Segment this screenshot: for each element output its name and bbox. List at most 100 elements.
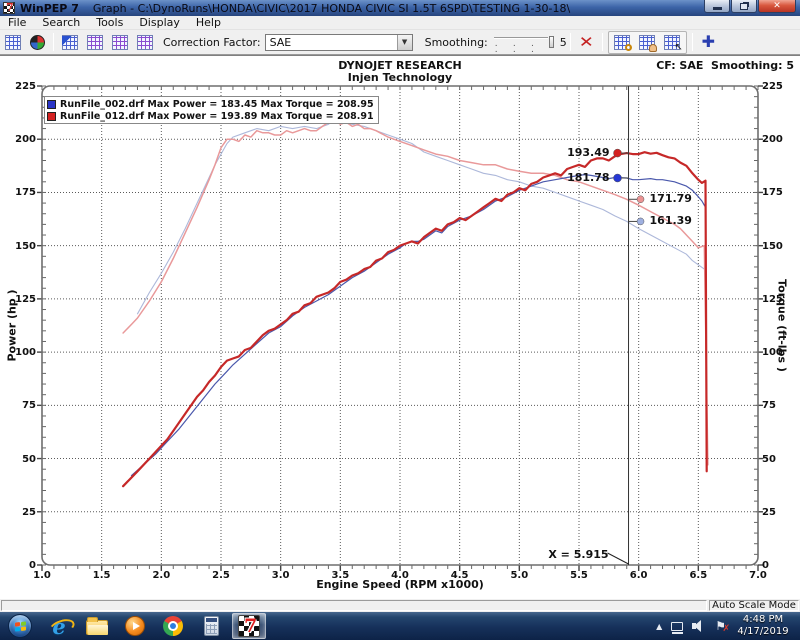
correction-factor-value: SAE: [266, 36, 397, 49]
network-icon[interactable]: [671, 622, 683, 631]
cursor-marker-label: 171.79: [650, 192, 692, 205]
x-tick-label: 3.5: [325, 570, 355, 581]
y-tick-label-left: 25: [4, 507, 36, 518]
system-tray: ▲ ⚑✗ 4:48 PM 4/17/2019: [656, 614, 800, 638]
graph-view-2-icon: [87, 35, 103, 50]
taskbar-media-player[interactable]: [118, 613, 152, 639]
chevron-down-icon[interactable]: ▼: [397, 35, 412, 50]
magnifier-icon: [625, 44, 632, 51]
plot-area[interactable]: [0, 56, 800, 604]
status-bar: Auto Scale Mode: [0, 599, 800, 612]
restore-button[interactable]: [731, 0, 757, 13]
toolbar-separator: [602, 33, 603, 51]
graph-view-1-button[interactable]: [58, 32, 81, 53]
legend-row: RunFile_002.drf Max Power = 183.45 Max T…: [47, 98, 374, 110]
correction-factor-select[interactable]: SAE ▼: [265, 34, 413, 51]
menu-file[interactable]: File: [0, 16, 34, 29]
cursor-marker-label: 193.49: [567, 146, 609, 159]
action-center-icon[interactable]: ⚑✗: [715, 620, 726, 632]
legend: RunFile_002.drf Max Power = 183.45 Max T…: [44, 96, 379, 124]
volume-icon[interactable]: [692, 620, 706, 632]
clock-date: 4/17/2019: [732, 626, 794, 638]
app-title: WinPEP 7: [20, 2, 79, 15]
toolbar: Correction Factor: SAE ▼ Smoothing: . . …: [0, 30, 800, 55]
delete-icon: ✕: [579, 35, 594, 50]
taskbar-windows-explorer[interactable]: [80, 613, 114, 639]
move-cross-icon: ✚: [702, 34, 715, 50]
correction-factor-label: Correction Factor:: [163, 36, 261, 49]
calculator-icon: [204, 616, 219, 636]
y-tick-label-right: 25: [762, 507, 776, 518]
taskbar-clock[interactable]: 4:48 PM 4/17/2019: [732, 614, 794, 638]
x-tick-label: 2.5: [206, 570, 236, 581]
slider-track: [494, 37, 548, 38]
graph-line-glyph: [62, 36, 74, 46]
title-bar: 7 WinPEP 7 Graph - C:\DynoRuns\HONDA\CIV…: [0, 0, 800, 16]
zoom-graph-button[interactable]: [611, 32, 634, 53]
x-tick-label: 2.0: [146, 570, 176, 581]
y-tick-label-left: 225: [4, 81, 36, 92]
folder-icon: [86, 620, 108, 635]
menu-help[interactable]: Help: [188, 16, 229, 29]
x-tick-label: 4.0: [385, 570, 415, 581]
toolbar-separator: [692, 33, 693, 51]
y-tick-label-right: 50: [762, 454, 776, 465]
x-tick-label: 4.5: [445, 570, 475, 581]
pan-graph-button[interactable]: [636, 32, 659, 53]
minimize-button[interactable]: [704, 0, 730, 13]
x-tick-label: 6.0: [624, 570, 654, 581]
menu-bar: File Search Tools Display Help: [0, 16, 800, 30]
taskbar: e 7 ▲ ⚑✗ 4:48 PM 4/17/2019: [0, 612, 800, 640]
menu-tools[interactable]: Tools: [88, 16, 131, 29]
runs-table-button[interactable]: [1, 32, 24, 53]
taskbar-calculator[interactable]: [194, 613, 228, 639]
legend-swatch: [47, 112, 56, 121]
smoothing-slider[interactable]: . . . . . .: [494, 35, 556, 50]
toolbar-separator: [570, 33, 571, 51]
x-tick-label: 5.5: [564, 570, 594, 581]
tray-expand-icon[interactable]: ▲: [656, 622, 662, 631]
graph-view-3-button[interactable]: [108, 32, 131, 53]
status-pane: [1, 600, 707, 611]
chrome-icon: [163, 616, 183, 636]
legend-row: RunFile_012.drf Max Power = 193.89 Max T…: [47, 110, 374, 122]
legend-label: RunFile_002.drf Max Power = 183.45 Max T…: [60, 99, 374, 110]
toolbar-separator: [53, 33, 54, 51]
graph-panel: DYNOJET RESEARCH Injen Technology CF: SA…: [0, 55, 800, 599]
graph-view-4-button[interactable]: [133, 32, 156, 53]
document-title: Graph - C:\DynoRuns\HONDA\CIVIC\2017 HON…: [93, 2, 570, 15]
winpep-taskbar-icon: 7: [238, 615, 260, 637]
color-wheel-button[interactable]: [26, 32, 49, 53]
winpep-icon: 7: [3, 2, 15, 14]
x-tick-label: 1.5: [87, 570, 117, 581]
start-button[interactable]: [8, 614, 32, 638]
close-button[interactable]: ✕: [758, 0, 796, 13]
y-tick-label-left: 100: [4, 347, 36, 358]
y-tick-label-left: 125: [4, 294, 36, 305]
taskbar-internet-explorer[interactable]: e: [42, 613, 76, 639]
menu-search[interactable]: Search: [34, 16, 88, 29]
y-tick-label-left: 200: [4, 134, 36, 145]
cursor-marker-label: 161.39: [650, 214, 692, 227]
y-tick-label-left: 50: [4, 454, 36, 465]
graph-tools-group: ↖: [608, 31, 687, 54]
taskbar-chrome[interactable]: [156, 613, 190, 639]
graph-view-2-button[interactable]: [83, 32, 106, 53]
media-player-icon: [125, 616, 145, 636]
menu-display[interactable]: Display: [131, 16, 188, 29]
y-tick-label-left: 175: [4, 187, 36, 198]
restore-icon: [740, 3, 748, 10]
pointer-icon: ↖: [674, 42, 682, 53]
x-tick-label: 3.0: [266, 570, 296, 581]
slider-thumb[interactable]: [549, 36, 554, 48]
taskbar-winpep-active[interactable]: 7: [232, 613, 266, 639]
delete-run-button[interactable]: ✕: [575, 32, 598, 53]
minimize-icon: [713, 7, 722, 10]
legend-swatch: [47, 100, 56, 109]
move-axes-button[interactable]: ✚: [697, 32, 720, 53]
smoothing-label: Smoothing:: [425, 36, 488, 49]
select-graph-button[interactable]: ↖: [661, 32, 684, 53]
y-tick-label-left: 150: [4, 241, 36, 252]
x-tick-label: 1.0: [27, 570, 57, 581]
cursor-position-label: X = 5.915: [548, 548, 608, 561]
